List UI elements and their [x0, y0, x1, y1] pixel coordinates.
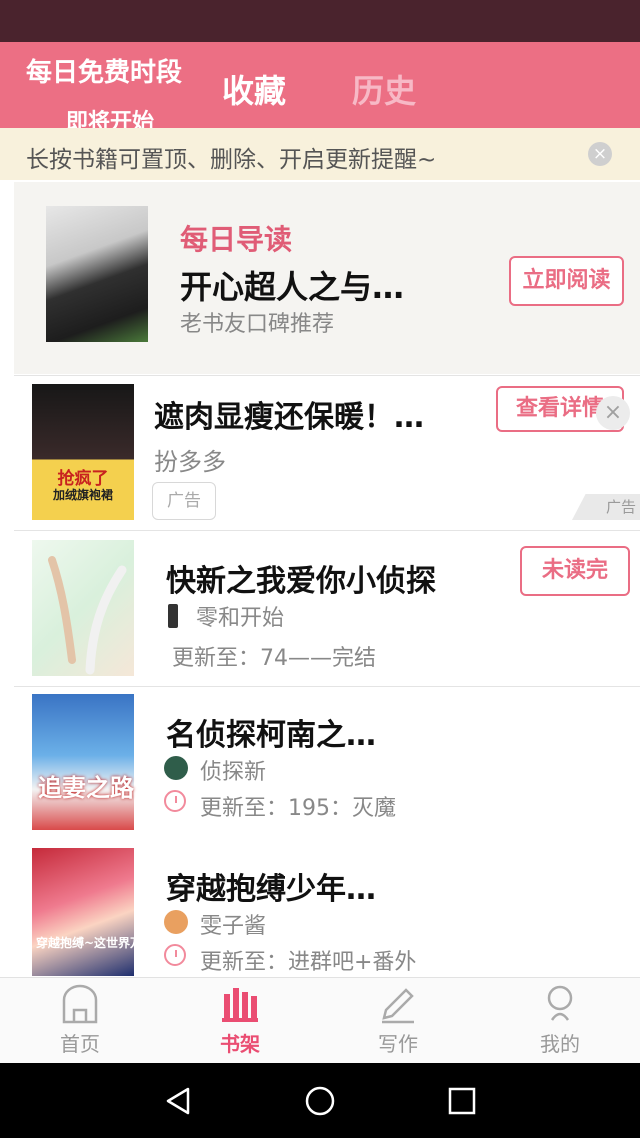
book-title[interactable]: 穿越抱缚少年…: [166, 864, 376, 908]
tip-bar: 长按书籍可置顶、删除、开启更新提醒~: [0, 128, 640, 180]
ad-cover-subtext: 加绒旗袍裙: [52, 488, 113, 502]
daily-book-cover[interactable]: [46, 206, 148, 342]
read-now-button[interactable]: 立即阅读: [509, 256, 624, 306]
close-ad-icon[interactable]: ×: [596, 396, 630, 430]
daily-book-title[interactable]: 开心超人之与…: [180, 262, 404, 308]
pencil-icon[interactable]: [348, 984, 448, 1028]
tab-home[interactable]: 首页: [30, 1028, 130, 1057]
bookshelf-icon[interactable]: [190, 984, 290, 1028]
book-title[interactable]: 快新之我爱你小侦探: [166, 556, 436, 600]
divider: [14, 375, 640, 376]
home-icon[interactable]: [30, 984, 130, 1028]
book-author: 雯子酱: [200, 914, 267, 939]
ad-advertiser: 扮多多: [154, 448, 226, 476]
recents-icon[interactable]: [446, 1085, 478, 1117]
daily-label: 每日导读: [180, 223, 293, 256]
profile-icon[interactable]: [510, 984, 610, 1028]
hands-illustration-icon: [48, 556, 127, 675]
author-avatar: [164, 910, 188, 934]
close-tip-icon[interactable]: ×: [588, 142, 612, 166]
book-update: 更新至：195：灭魔: [200, 796, 396, 821]
book-update: 更新至：进群吧+番外: [200, 950, 417, 975]
book-cover[interactable]: [32, 848, 134, 976]
ad-badge: 广告: [572, 494, 640, 520]
author-avatar: [168, 604, 178, 628]
tab-history[interactable]: 历史: [352, 66, 416, 112]
tab-favorites[interactable]: 收藏: [222, 66, 286, 112]
clock-icon: [164, 944, 186, 966]
system-nav-bar: [0, 1063, 640, 1138]
author-avatar: [164, 756, 188, 780]
divider: [14, 530, 640, 531]
book-cover[interactable]: [32, 694, 134, 830]
book-title[interactable]: 名侦探柯南之…: [166, 710, 376, 754]
clock-icon: [164, 790, 186, 812]
status-bar: [0, 0, 640, 42]
tab-bookshelf[interactable]: 书架: [190, 1028, 290, 1057]
book-cover[interactable]: [32, 540, 134, 676]
back-icon[interactable]: [162, 1085, 194, 1117]
tab-write[interactable]: 写作: [348, 1028, 448, 1057]
book-author: 侦探新: [200, 760, 267, 785]
book-cover-text: 追妻之路: [38, 774, 134, 802]
tip-text: 长按书籍可置顶、删除、开启更新提醒~: [26, 147, 437, 173]
unread-button[interactable]: 未读完: [520, 546, 630, 596]
divider: [14, 686, 640, 687]
ad-tag: 广告: [152, 482, 216, 520]
home-nav-icon[interactable]: [304, 1085, 336, 1117]
ad-title[interactable]: 遮肉显瘦还保暖！…: [154, 392, 424, 436]
book-author: 零和开始: [196, 606, 285, 631]
book-update: 更新至：74——完结: [172, 646, 376, 671]
promo-banner-line1[interactable]: 每日免费时段: [26, 58, 182, 88]
tab-me[interactable]: 我的: [510, 1028, 610, 1057]
daily-subtitle: 老书友口碑推荐: [180, 312, 335, 337]
book-cover-text: 穿越抱缚~这世界万: [36, 936, 143, 950]
